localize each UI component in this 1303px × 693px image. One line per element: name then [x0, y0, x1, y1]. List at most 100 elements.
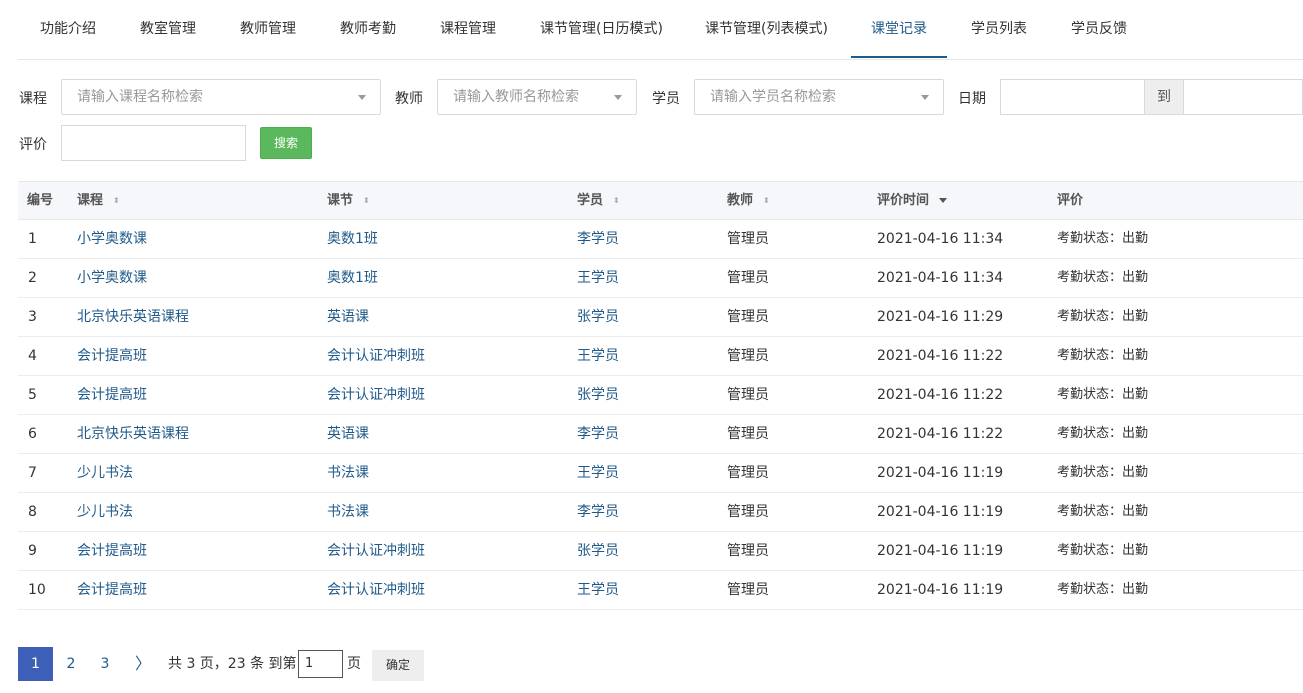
- course-link[interactable]: 北京快乐英语课程: [77, 415, 189, 453]
- column-header-lesson[interactable]: 课节 ⬍: [327, 182, 370, 219]
- student-link[interactable]: 张学员: [577, 376, 619, 414]
- page-link-3[interactable]: 3: [90, 647, 120, 681]
- tab-student-feedback[interactable]: 学员反馈: [1051, 0, 1147, 50]
- table-row: 10 会计提高班 会计认证冲刺班 王学员 管理员 2021-04-16 11:1…: [18, 571, 1303, 610]
- rating-time: 2021-04-16 11:22: [877, 426, 1004, 442]
- pagination-summary: 共 3 页，23 条 到第: [168, 656, 297, 672]
- student-link[interactable]: 李学员: [577, 415, 619, 453]
- course-link[interactable]: 北京快乐英语课程: [77, 298, 189, 336]
- row-id: 7: [28, 465, 37, 481]
- table-row: 3 北京快乐英语课程 英语课 张学员 管理员 2021-04-16 11:29 …: [18, 298, 1303, 337]
- rating-text: 考勤状态：出勤: [1057, 582, 1149, 597]
- row-id: 6: [28, 426, 37, 442]
- teacher-select-placeholder: 请输入教师名称检索: [453, 89, 579, 105]
- student-select[interactable]: 请输入学员名称检索: [694, 79, 944, 115]
- row-id: 4: [28, 348, 37, 364]
- student-link[interactable]: 李学员: [577, 220, 619, 258]
- teacher-name: 管理员: [727, 348, 769, 364]
- tab-classrooms[interactable]: 教室管理: [120, 0, 216, 50]
- rating-text: 考勤状态：出勤: [1057, 270, 1149, 285]
- goto-page-input[interactable]: 1: [298, 650, 343, 678]
- course-link[interactable]: 会计提高班: [77, 532, 147, 570]
- course-link[interactable]: 小学奥数课: [77, 220, 147, 258]
- table-header: 编号 课程 ⬍ 课节 ⬍ 学员 ⬍ 教师 ⬍ 评价时间 评价: [18, 181, 1303, 220]
- table-body: 1 小学奥数课 奥数1班 李学员 管理员 2021-04-16 11:34 考勤…: [18, 220, 1303, 610]
- lesson-link[interactable]: 英语课: [327, 298, 369, 336]
- teacher-filter-label: 教师: [395, 91, 423, 107]
- lesson-link[interactable]: 奥数1班: [327, 259, 378, 297]
- course-link[interactable]: 会计提高班: [77, 337, 147, 375]
- rating-input[interactable]: [61, 125, 246, 161]
- lesson-link[interactable]: 会计认证冲刺班: [327, 532, 425, 570]
- tab-class-records[interactable]: 课堂记录: [851, 0, 947, 50]
- search-button[interactable]: 搜索: [260, 127, 312, 159]
- student-link[interactable]: 张学员: [577, 532, 619, 570]
- row-id: 2: [28, 270, 37, 286]
- rating-filter-label: 评价: [19, 137, 47, 153]
- student-link[interactable]: 李学员: [577, 493, 619, 531]
- date-end-input[interactable]: [1183, 79, 1303, 115]
- rating-time: 2021-04-16 11:34: [877, 270, 1004, 286]
- course-filter-label: 课程: [19, 91, 47, 107]
- table-row: 4 会计提高班 会计认证冲刺班 王学员 管理员 2021-04-16 11:22…: [18, 337, 1303, 376]
- teacher-select[interactable]: 请输入教师名称检索: [437, 79, 637, 115]
- chevron-down-icon: [358, 95, 366, 100]
- tab-students[interactable]: 学员列表: [951, 0, 1047, 50]
- lesson-link[interactable]: 会计认证冲刺班: [327, 337, 425, 375]
- tab-teacher-attendance[interactable]: 教师考勤: [320, 0, 416, 50]
- goto-confirm-button[interactable]: 确定: [372, 650, 424, 681]
- tab-lessons-calendar[interactable]: 课节管理(日历模式): [520, 0, 683, 50]
- rating-text: 考勤状态：出勤: [1057, 465, 1149, 480]
- teacher-name: 管理员: [727, 504, 769, 520]
- student-link[interactable]: 王学员: [577, 571, 619, 609]
- tab-courses[interactable]: 课程管理: [420, 0, 516, 50]
- chevron-down-icon: [921, 95, 929, 100]
- rating-text: 考勤状态：出勤: [1057, 543, 1149, 558]
- course-select[interactable]: 请输入课程名称检索: [61, 79, 381, 115]
- tab-features[interactable]: 功能介绍: [20, 0, 116, 50]
- course-link[interactable]: 少儿书法: [77, 454, 133, 492]
- lesson-link[interactable]: 会计认证冲刺班: [327, 571, 425, 609]
- page-current[interactable]: 1: [18, 647, 53, 681]
- column-header-student[interactable]: 学员 ⬍: [577, 182, 620, 219]
- rating-time: 2021-04-16 11:19: [877, 504, 1004, 520]
- page-suffix-label: 页: [347, 656, 361, 672]
- column-header-teacher[interactable]: 教师 ⬍: [727, 182, 770, 219]
- course-link[interactable]: 小学奥数课: [77, 259, 147, 297]
- lesson-link[interactable]: 书法课: [327, 454, 369, 492]
- rating-time: 2021-04-16 11:19: [877, 543, 1004, 559]
- row-id: 1: [28, 231, 37, 247]
- table-row: 5 会计提高班 会计认证冲刺班 张学员 管理员 2021-04-16 11:22…: [18, 376, 1303, 415]
- lesson-link[interactable]: 英语课: [327, 415, 369, 453]
- student-link[interactable]: 王学员: [577, 337, 619, 375]
- lesson-link[interactable]: 会计认证冲刺班: [327, 376, 425, 414]
- table-row: 7 少儿书法 书法课 王学员 管理员 2021-04-16 11:19 考勤状态…: [18, 454, 1303, 493]
- sort-icon: ⬍: [363, 195, 370, 205]
- date-start-input[interactable]: [1000, 79, 1145, 115]
- course-link[interactable]: 会计提高班: [77, 571, 147, 609]
- lesson-link[interactable]: 奥数1班: [327, 220, 378, 258]
- rating-text: 考勤状态：出勤: [1057, 309, 1149, 324]
- column-header-time[interactable]: 评价时间: [877, 182, 948, 219]
- rating-time: 2021-04-16 11:19: [877, 465, 1004, 481]
- student-link[interactable]: 张学员: [577, 298, 619, 336]
- course-link[interactable]: 少儿书法: [77, 493, 133, 531]
- teacher-name: 管理员: [727, 582, 769, 598]
- sort-icon: ⬍: [763, 195, 770, 205]
- tab-teachers[interactable]: 教师管理: [220, 0, 316, 50]
- row-id: 9: [28, 543, 37, 559]
- student-link[interactable]: 王学员: [577, 454, 619, 492]
- date-filter-label: 日期: [958, 91, 986, 107]
- date-range-separator: 到: [1144, 79, 1184, 115]
- column-header-course[interactable]: 课程 ⬍: [77, 182, 120, 219]
- page-link-2[interactable]: 2: [56, 647, 86, 681]
- rating-time: 2021-04-16 11:19: [877, 582, 1004, 598]
- student-link[interactable]: 王学员: [577, 259, 619, 297]
- student-select-placeholder: 请输入学员名称检索: [710, 89, 836, 105]
- lesson-link[interactable]: 书法课: [327, 493, 369, 531]
- tab-lessons-list[interactable]: 课节管理(列表模式): [685, 0, 848, 50]
- course-link[interactable]: 会计提高班: [77, 376, 147, 414]
- teacher-name: 管理员: [727, 543, 769, 559]
- next-page-icon[interactable]: 〉: [128, 647, 158, 681]
- rating-text: 考勤状态：出勤: [1057, 348, 1149, 363]
